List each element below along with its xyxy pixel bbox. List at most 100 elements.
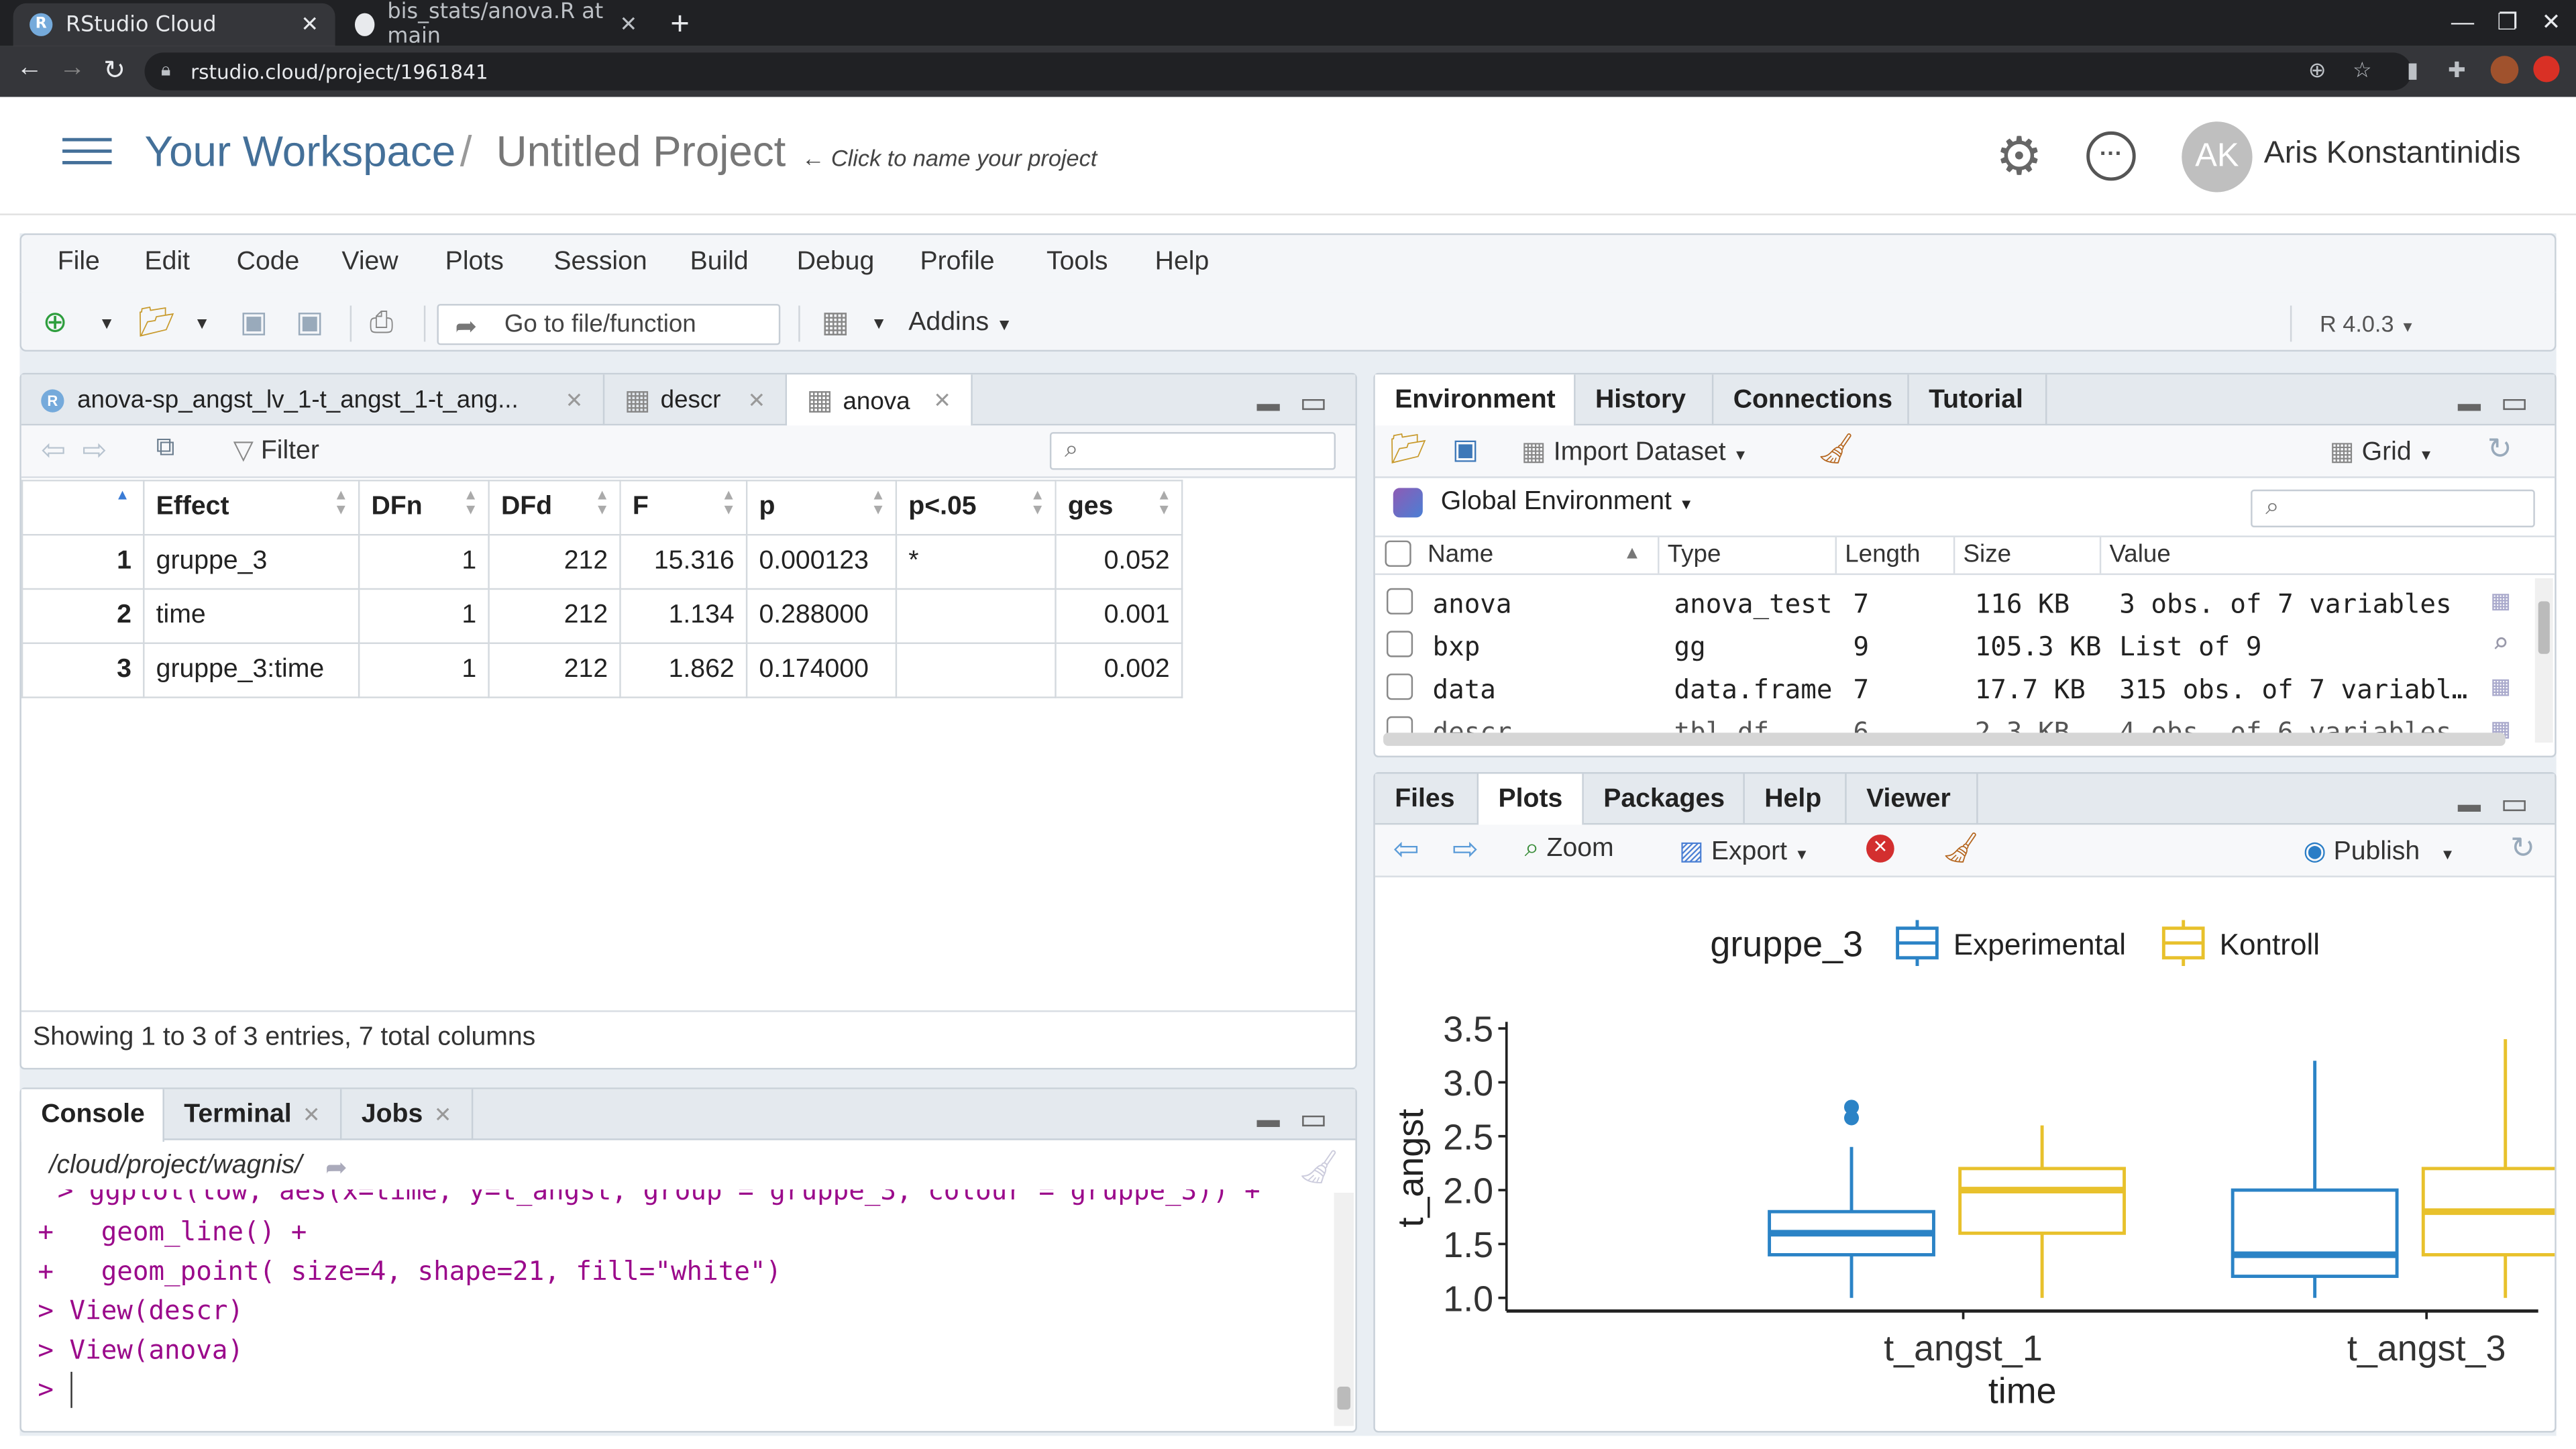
column-header[interactable]: F ▲ ▼ (619, 480, 748, 536)
tab-packages[interactable]: Packages (1584, 773, 1745, 825)
column-header[interactable]: ges ▲ ▼ (1055, 480, 1183, 536)
back-icon[interactable]: ⇦ (41, 434, 66, 468)
row-checkbox[interactable] (1386, 674, 1413, 700)
menu-view[interactable]: View (341, 248, 398, 278)
gear-icon[interactable]: ⚙ (1991, 128, 2047, 184)
menu-session[interactable]: Session (553, 248, 647, 278)
broom-icon[interactable]: 🧹︎ (1942, 831, 1980, 865)
user-name[interactable]: Aris Konstantinidis (2264, 136, 2521, 172)
save-icon[interactable]: ▣ (240, 306, 268, 340)
restore-window-icon[interactable]: ❐ (2497, 8, 2518, 36)
remove-plot-icon[interactable]: ✕ (1866, 835, 1894, 863)
close-icon[interactable]: ✕ (434, 1102, 452, 1128)
print-icon[interactable]: ⎙ (370, 306, 393, 340)
close-icon[interactable]: ✕ (566, 387, 584, 413)
breadcrumb-workspace[interactable]: Your Workspace (145, 127, 456, 178)
goto-file-input[interactable]: ➦ Go to file/function (437, 304, 781, 345)
open-file-icon[interactable]: 📂︎ (138, 306, 176, 340)
menu-help[interactable]: Help (1155, 248, 1210, 278)
import-dataset-button[interactable]: ▦ Import Dataset ▼ (1521, 435, 1748, 468)
select-all-checkbox[interactable] (1385, 540, 1411, 567)
reload-icon[interactable]: ↻ (103, 54, 125, 87)
maximize-pane-icon[interactable]: ▭ (2500, 386, 2528, 421)
column-header[interactable]: Effect ▲ ▼ (143, 480, 360, 536)
column-header[interactable]: DFn ▲ ▼ (358, 480, 490, 536)
close-icon[interactable]: ✕ (303, 1102, 321, 1128)
row-number-header[interactable]: ▲ (21, 480, 145, 536)
maximize-pane-icon[interactable]: ▭ (2500, 787, 2528, 821)
zoom-icon[interactable]: ⊕ (2308, 58, 2326, 84)
minimize-pane-icon[interactable]: ▬ (1256, 389, 1279, 415)
column-header-name[interactable]: Name (1428, 541, 1493, 569)
browser-tab-github[interactable]: bis_stats/anova.R at main ✕ (338, 0, 653, 49)
refresh-icon[interactable]: ↻ (2487, 432, 2512, 466)
console-scrollbar[interactable] (1334, 1192, 1354, 1426)
minimize-pane-icon[interactable]: ▬ (1256, 1106, 1279, 1132)
addins-button[interactable]: Addins ▼ (908, 309, 1012, 338)
row-checkbox[interactable] (1386, 631, 1413, 657)
working-directory[interactable]: /cloud/project/wagnis/ (49, 1152, 302, 1181)
close-icon[interactable]: ✕ (301, 12, 319, 37)
next-plot-icon[interactable]: ⇨ (1452, 831, 1479, 869)
tab-viewer[interactable]: Viewer (1847, 773, 1978, 825)
menu-edit[interactable]: Edit (145, 248, 191, 278)
column-header-type[interactable]: Type (1668, 541, 1721, 569)
hamburger-menu-icon[interactable] (62, 138, 112, 168)
menu-build[interactable]: Build (690, 248, 749, 278)
tab-anova[interactable]: ▦ anova ✕ (787, 374, 973, 427)
environment-row[interactable]: anova anova_test 7 116 KB 3 obs. of 7 va… (1375, 585, 2535, 628)
pane-layout-icon[interactable]: ▦ (822, 306, 850, 340)
forward-icon[interactable]: ⇨ (82, 434, 107, 468)
view-table-icon[interactable]: ▦ (2492, 585, 2509, 618)
minimize-pane-icon[interactable]: ▬ (2458, 389, 2481, 415)
row-checkbox[interactable] (1386, 588, 1413, 614)
chevron-down-icon[interactable]: ▼ (194, 315, 210, 333)
tab-anova-script[interactable]: R anova-sp_angst_lv_1-t_angst_1-t_ang...… (21, 374, 605, 426)
new-file-icon[interactable]: ⊕ (43, 306, 68, 340)
horizontal-scrollbar[interactable] (1383, 733, 2506, 746)
grid-view-button[interactable]: ▦ Grid ▼ (2330, 435, 2434, 468)
chevron-down-icon[interactable]: ▼ (99, 315, 115, 333)
menu-tools[interactable]: Tools (1046, 248, 1108, 278)
tab-tutorial[interactable]: Tutorial (1909, 374, 2047, 426)
column-header[interactable]: p ▲ ▼ (745, 480, 898, 536)
search-icon[interactable]: ⌕ (2492, 628, 2509, 661)
forward-icon[interactable]: → (59, 54, 85, 84)
profile-avatar-icon[interactable] (2490, 56, 2519, 84)
console-output[interactable]: > ggplot(low, aes(x=time, y=t_angst, gro… (21, 1189, 1332, 1426)
environment-search-input[interactable]: ⌕ (2251, 489, 2535, 528)
goto-directory-icon[interactable]: ➦ (325, 1152, 347, 1185)
export-button[interactable]: ▨ Export ▼ (1679, 835, 1809, 867)
column-header[interactable]: p<.05 ▲ ▼ (895, 480, 1057, 536)
data-search-input[interactable]: ⌕ (1049, 432, 1336, 470)
column-header[interactable]: DFd ▲ ▼ (488, 480, 621, 536)
save-icon[interactable]: ▣ (1452, 434, 1479, 467)
close-icon[interactable]: ✕ (933, 388, 951, 414)
close-window-icon[interactable]: ✕ (2542, 8, 2561, 36)
tab-descr[interactable]: ▦ descr ✕ (604, 374, 788, 426)
minimize-pane-icon[interactable]: ▬ (2458, 790, 2481, 816)
project-title[interactable]: Untitled Project (496, 127, 786, 178)
tab-environment[interactable]: Environment (1375, 374, 1576, 427)
tab-history[interactable]: History (1576, 374, 1714, 426)
zoom-button[interactable]: ⌕ Zoom (1525, 835, 1614, 864)
address-bar[interactable]: 🔒︎ rstudio.cloud/project/1961841 (144, 52, 2412, 91)
extension-icon[interactable]: ▮ (2407, 58, 2419, 84)
update-icon[interactable] (2533, 56, 2560, 83)
minimize-window-icon[interactable]: — (2451, 8, 2474, 34)
column-header-size[interactable]: Size (1964, 541, 2011, 569)
refresh-icon[interactable]: ↻ (2510, 831, 2535, 865)
previous-plot-icon[interactable]: ⇦ (1393, 831, 1419, 869)
tab-connections[interactable]: Connections (1713, 374, 1909, 426)
tab-files[interactable]: Files (1375, 773, 1479, 825)
column-header-length[interactable]: Length (1845, 541, 1920, 569)
back-icon[interactable]: ← (16, 54, 42, 84)
environment-scope-selector[interactable]: Global Environment ▼ (1441, 488, 1694, 517)
load-workspace-icon[interactable]: 📂︎ (1390, 432, 1428, 466)
publish-button[interactable]: ◉ Publish ▼ (2303, 835, 2455, 867)
menu-file[interactable]: File (58, 248, 100, 278)
environment-row[interactable]: bxp gg 9 105.3 KB List of 9 ⌕ (1375, 628, 2535, 671)
tab-terminal[interactable]: Terminal ✕ (164, 1089, 342, 1140)
close-icon[interactable]: ✕ (620, 12, 638, 37)
more-options-icon[interactable]: ··· (2086, 131, 2136, 181)
